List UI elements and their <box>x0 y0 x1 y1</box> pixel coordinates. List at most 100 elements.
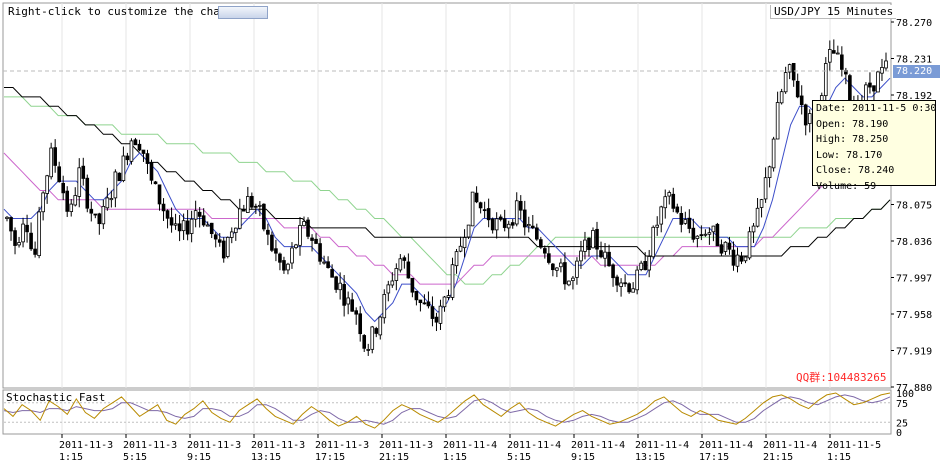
candle-body <box>506 223 511 229</box>
candle-body <box>555 267 559 271</box>
candle-body <box>872 85 876 92</box>
tooltip-volume: Volume: 59 <box>816 180 877 192</box>
y-tick-label: 77.958 <box>896 310 932 321</box>
candle-body <box>406 261 411 279</box>
candle-body <box>69 203 74 213</box>
candle-body <box>663 196 668 209</box>
x-tick-time: 9:15 <box>571 452 595 463</box>
candle-body <box>530 225 535 229</box>
candle-body <box>502 218 507 228</box>
candle-body <box>619 282 623 287</box>
candle-body <box>671 193 676 209</box>
candle-body <box>141 149 146 154</box>
y-tick-label: 77.997 <box>896 274 932 285</box>
candle-body <box>386 284 391 294</box>
hint-toggle-button[interactable] <box>218 6 268 19</box>
candle-body <box>763 177 768 200</box>
candle-body <box>382 294 387 319</box>
candle-body <box>274 248 278 254</box>
x-tick-date: 2011-11-4 <box>763 440 817 451</box>
candle-body <box>181 220 186 232</box>
candle-body <box>209 222 214 235</box>
candle-body <box>719 244 724 254</box>
candle-body <box>482 209 487 212</box>
x-tick-time: 5:15 <box>507 452 531 463</box>
candle-body <box>233 227 238 233</box>
candle-body <box>81 165 86 179</box>
candle-body <box>221 240 226 259</box>
candle-body <box>735 254 740 267</box>
candle-body <box>591 230 595 249</box>
candle-body <box>430 306 435 319</box>
candle-body <box>65 190 70 212</box>
y-tick-label: 78.036 <box>896 237 932 248</box>
candle-body <box>101 205 106 225</box>
candle-body <box>258 204 262 207</box>
candle-body <box>462 237 467 249</box>
candle-body <box>330 269 334 278</box>
candle-body <box>687 217 692 229</box>
candle-body <box>884 60 888 69</box>
candle-body <box>418 299 423 304</box>
candle-body <box>747 231 752 259</box>
candle-body <box>711 225 716 233</box>
candle-body <box>587 237 591 250</box>
candle-body <box>679 213 684 225</box>
candle-body <box>390 280 395 286</box>
candle-body <box>518 200 523 211</box>
candle-body <box>422 302 427 305</box>
candle-body <box>659 206 664 225</box>
candle-body <box>338 282 342 291</box>
x-tick-time: 1:15 <box>59 452 83 463</box>
candle-body <box>254 205 258 208</box>
candle-body <box>354 310 358 315</box>
candle-body <box>250 195 254 208</box>
candle-body <box>880 67 884 74</box>
candle-body <box>547 253 551 263</box>
candle-body <box>262 203 266 230</box>
candle-body <box>651 226 656 258</box>
candle-body <box>691 227 696 240</box>
candle-body <box>583 239 587 252</box>
candle-body <box>514 200 519 225</box>
candle-body <box>326 261 330 269</box>
candle-body <box>105 197 110 209</box>
x-tick-time: 9:15 <box>187 452 211 463</box>
candle-body <box>350 299 354 312</box>
candle-body <box>402 257 407 261</box>
candle-body <box>522 209 527 228</box>
tooltip-high: High: 78.250 <box>816 134 889 146</box>
candle-body <box>346 297 350 305</box>
x-tick-time: 13:15 <box>635 452 665 463</box>
x-tick-date: 2011-11-4 <box>571 440 625 451</box>
candle-body <box>731 249 736 266</box>
candle-body <box>49 147 53 178</box>
x-tick-date: 2011-11-4 <box>635 440 689 451</box>
candle-body <box>137 143 142 151</box>
candle-body <box>213 234 218 240</box>
forex-chart[interactable]: 78.27078.23178.19278.15378.11478.07578.0… <box>0 0 942 467</box>
candle-body <box>189 218 194 234</box>
candle-body <box>510 222 515 226</box>
candle-body <box>647 256 651 271</box>
candle-body <box>5 216 9 219</box>
x-tick-date: 2011-11-4 <box>507 440 561 451</box>
candle-body <box>727 242 732 250</box>
stochastic-title: Stochastic Fast <box>6 391 106 404</box>
candle-body <box>543 248 547 254</box>
candle-body <box>17 242 21 246</box>
candle-body <box>575 260 579 278</box>
candle-body <box>310 237 314 241</box>
candle-body <box>450 264 455 298</box>
x-tick-time: 17:15 <box>315 452 345 463</box>
candle-body <box>25 224 29 233</box>
candle-body <box>133 139 138 146</box>
x-tick-date: 2011-11-5 <box>827 440 881 451</box>
candle-body <box>767 166 772 178</box>
candle-body <box>378 316 383 336</box>
candle-body <box>266 229 270 235</box>
x-tick-time: 21:15 <box>379 452 409 463</box>
candle-body <box>571 277 575 281</box>
candle-body <box>294 244 298 249</box>
x-tick-time: 1:15 <box>443 452 467 463</box>
